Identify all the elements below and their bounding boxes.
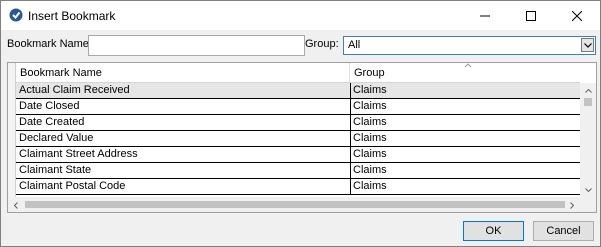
- cell-group: Claims: [350, 131, 583, 147]
- column-header-bookmark-name[interactable]: Bookmark Name: [16, 63, 350, 83]
- column-header-label: Group: [354, 67, 385, 79]
- vertical-scrollbar[interactable]: [580, 83, 596, 198]
- cell-group: Claims: [350, 115, 583, 131]
- cell-bookmark-name: Claimant Postal Code: [19, 180, 126, 192]
- group-select[interactable]: All: [343, 36, 596, 55]
- cell-bookmark-name: Date Created: [19, 116, 85, 128]
- scroll-down-button[interactable]: [582, 184, 594, 196]
- scrollbar-corner: [580, 197, 596, 212]
- sort-ascending-icon: [464, 63, 472, 68]
- table-row[interactable]: Actual Claim Received Claims: [16, 83, 580, 99]
- chevron-down-icon: [584, 188, 592, 192]
- ok-button-label: OK: [485, 225, 502, 237]
- scroll-right-button[interactable]: [566, 199, 578, 211]
- maximize-button[interactable]: [508, 1, 554, 30]
- insert-bookmark-dialog: Insert Bookmark Bookmark Name: Group: Al…: [0, 0, 601, 247]
- column-header-group[interactable]: Group: [350, 63, 580, 83]
- close-icon: [572, 10, 582, 21]
- minimize-icon: [480, 15, 490, 16]
- chevron-down-icon: [583, 42, 592, 48]
- cell-group: Claims: [350, 179, 583, 195]
- table-row[interactable]: Claimant State Claims: [16, 163, 580, 179]
- table-row[interactable]: Claimant Postal Code Claims: [16, 179, 580, 195]
- cell-group: Claims: [350, 163, 583, 179]
- cell-bookmark-name: Claimant State: [19, 164, 92, 176]
- title-bar[interactable]: Insert Bookmark: [1, 1, 600, 30]
- group-label: Group:: [305, 38, 339, 50]
- group-dropdown-button[interactable]: [581, 38, 594, 52]
- cell-group: Claims: [350, 147, 583, 163]
- minimize-button[interactable]: [462, 1, 508, 30]
- column-header-label: Bookmark Name: [20, 67, 102, 79]
- close-button[interactable]: [554, 1, 600, 30]
- maximize-icon: [526, 10, 536, 21]
- app-icon: [9, 8, 23, 22]
- table-row[interactable]: Date Closed Claims: [16, 99, 580, 115]
- bookmark-grid[interactable]: Bookmark Name Group Actual Claim Receive…: [7, 62, 597, 213]
- chevron-right-icon: [570, 201, 574, 209]
- table-row[interactable]: Declared Value Claims: [16, 131, 580, 147]
- bookmark-name-label: Bookmark Name:: [7, 38, 92, 50]
- cell-bookmark-name: Declared Value: [19, 132, 94, 144]
- horizontal-scroll-thumb[interactable]: [25, 201, 565, 208]
- cell-group: Claims: [350, 83, 583, 99]
- cell-group: Claims: [350, 99, 583, 115]
- cell-bookmark-name: Actual Claim Received: [19, 84, 130, 96]
- cancel-button-label: Cancel: [546, 225, 581, 237]
- table-row[interactable]: Date Created Claims: [16, 115, 580, 131]
- chevron-up-icon: [584, 89, 592, 93]
- cell-bookmark-name: Claimant Street Address: [19, 148, 138, 160]
- chevron-left-icon: [14, 201, 18, 209]
- scroll-left-button[interactable]: [10, 199, 22, 211]
- group-select-value: All: [348, 39, 361, 51]
- table-row[interactable]: Claimant Street Address Claims: [16, 147, 580, 163]
- vertical-scroll-thumb[interactable]: [584, 98, 592, 106]
- bookmark-name-input[interactable]: [88, 35, 305, 56]
- row-header-column: [8, 63, 16, 197]
- cell-bookmark-name: Date Closed: [19, 100, 80, 112]
- window-title: Insert Bookmark: [28, 9, 116, 23]
- horizontal-scrollbar[interactable]: [8, 197, 580, 212]
- scroll-up-button[interactable]: [582, 85, 594, 97]
- cancel-button[interactable]: Cancel: [533, 221, 594, 241]
- grid-rows: Actual Claim Received Claims Date Closed…: [16, 83, 580, 195]
- ok-button[interactable]: OK: [463, 221, 524, 241]
